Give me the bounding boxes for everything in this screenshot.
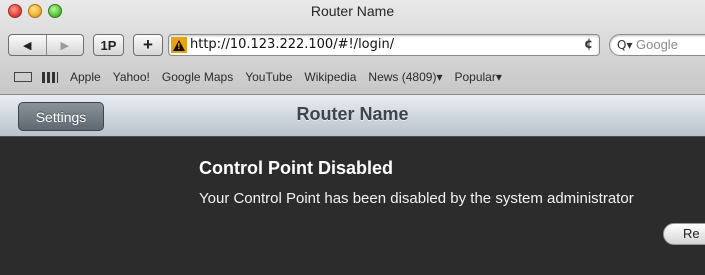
reload-icon[interactable]: ¢ xyxy=(584,37,593,52)
grid-icon[interactable] xyxy=(42,71,58,83)
book-icon[interactable] xyxy=(14,72,32,82)
message-body: Your Control Point has been disabled by … xyxy=(199,190,634,207)
bookmark-google-maps[interactable]: Google Maps xyxy=(162,70,233,84)
bookmark-news[interactable]: News (4809)▾ xyxy=(368,70,442,84)
bookmark-wikipedia[interactable]: Wikipedia xyxy=(304,70,356,84)
onepassword-button[interactable]: 1P xyxy=(93,34,124,56)
browser-toolbar: ◀ ▶ 1P + http://10.123.222.100/#!/login/… xyxy=(0,34,705,58)
search-icon[interactable]: Q▾ xyxy=(617,38,632,52)
address-bar[interactable]: http://10.123.222.100/#!/login/ ¢ xyxy=(168,34,600,56)
title-bar: Router Name xyxy=(0,0,705,22)
bookmark-popular[interactable]: Popular▾ xyxy=(454,70,501,84)
bookmark-youtube[interactable]: YouTube xyxy=(245,70,292,84)
search-field[interactable]: Q▾ Google xyxy=(609,34,705,56)
bookmark-yahoo[interactable]: Yahoo! xyxy=(113,70,150,84)
search-placeholder: Google xyxy=(636,37,678,52)
page-title: Router Name xyxy=(296,104,409,124)
bookmark-apple[interactable]: Apple xyxy=(70,70,101,84)
content-area: Control Point Disabled Your Control Poin… xyxy=(0,137,705,275)
url-text: http://10.123.222.100/#!/login/ xyxy=(190,37,395,52)
add-bookmark-button[interactable]: + xyxy=(133,34,163,56)
back-button[interactable]: ◀ xyxy=(9,35,46,55)
forward-button[interactable]: ▶ xyxy=(45,35,84,55)
bookmarks-bar: Apple Yahoo! Google Maps YouTube Wikiped… xyxy=(0,62,705,92)
warning-icon xyxy=(171,37,187,53)
retry-button[interactable]: Re xyxy=(663,223,705,245)
app-header: Settings Router Name xyxy=(0,95,705,137)
message-title: Control Point Disabled xyxy=(199,158,394,178)
window-title: Router Name xyxy=(310,3,395,19)
browser-chrome: Router Name ◀ ▶ 1P + http://10.123.222.1… xyxy=(0,0,705,95)
back-forward-group: ◀ ▶ xyxy=(8,34,84,56)
